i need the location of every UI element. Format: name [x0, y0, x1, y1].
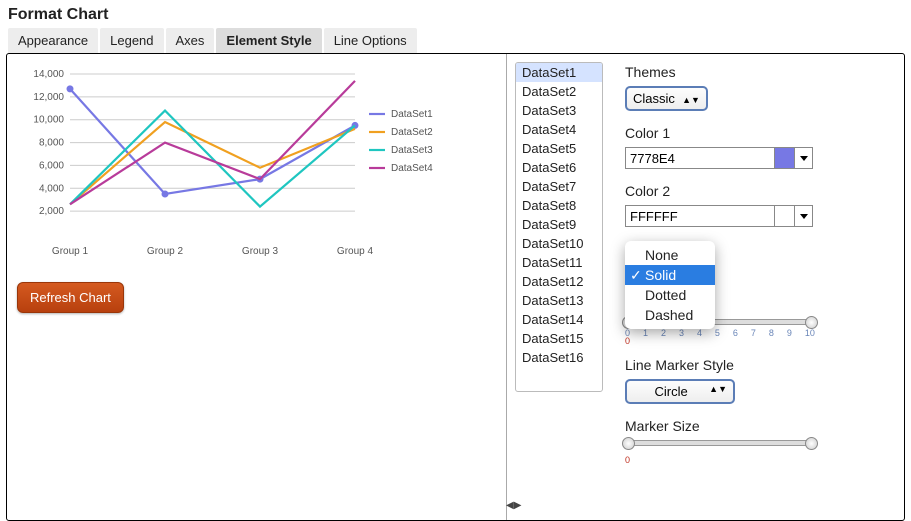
svg-text:6,000: 6,000 — [39, 160, 64, 171]
svg-text:4,000: 4,000 — [39, 183, 64, 194]
svg-text:Group 1: Group 1 — [52, 246, 89, 257]
line-style-option[interactable]: Dashed — [625, 305, 715, 325]
tabs-bar: AppearanceLegendAxesElement StyleLine Op… — [8, 28, 903, 53]
line-style-option[interactable]: Solid — [625, 265, 715, 285]
chevron-up-down-icon: ▲▼ — [709, 384, 727, 394]
list-item[interactable]: DataSet3 — [516, 101, 602, 120]
chart-preview: 2,000 4,000 6,000 8,000 10,000 12,000 14,000 Gr… — [15, 64, 455, 264]
slider-end-knob[interactable] — [805, 316, 818, 329]
tab-line-options[interactable]: Line Options — [324, 28, 417, 53]
chevron-down-icon — [800, 214, 808, 219]
color2-input[interactable] — [625, 205, 775, 227]
tab-axes[interactable]: Axes — [166, 28, 215, 53]
themes-label: Themes — [625, 64, 884, 80]
list-item[interactable]: DataSet8 — [516, 196, 602, 215]
svg-text:Group 3: Group 3 — [242, 246, 279, 257]
marker-size-slider[interactable] — [625, 440, 815, 446]
list-item[interactable]: DataSet12 — [516, 272, 602, 291]
page-title: Format Chart — [8, 6, 903, 24]
list-item[interactable]: DataSet15 — [516, 329, 602, 348]
legend-entry: DataSet1 — [391, 109, 433, 120]
svg-text:12,000: 12,000 — [33, 92, 64, 103]
color2-swatch — [775, 205, 795, 227]
svg-text:14,000: 14,000 — [33, 69, 64, 80]
tab-legend[interactable]: Legend — [100, 28, 163, 53]
color1-input[interactable] — [625, 147, 775, 169]
marker-style-value: Circle — [654, 384, 687, 399]
color1-swatch — [775, 147, 795, 169]
line-style-option[interactable]: Dotted — [625, 285, 715, 305]
chart-pane: 2,000 4,000 6,000 8,000 10,000 12,000 14,000 Gr… — [7, 54, 507, 520]
refresh-chart-button[interactable]: Refresh Chart — [17, 282, 124, 313]
color1-label: Color 1 — [625, 125, 884, 141]
svg-text:10,000: 10,000 — [33, 115, 64, 126]
tab-appearance[interactable]: Appearance — [8, 28, 98, 53]
legend-entry: DataSet2 — [391, 127, 433, 138]
slider-zero-label: 0 — [625, 455, 815, 465]
list-item[interactable]: DataSet11 — [516, 253, 602, 272]
marker-style-select[interactable]: Circle ▲▼ — [625, 379, 735, 404]
svg-text:2,000: 2,000 — [39, 206, 64, 217]
line-style-dropdown[interactable]: NoneSolidDottedDashed — [625, 241, 715, 329]
list-item[interactable]: DataSet2 — [516, 82, 602, 101]
main-panel: 2,000 4,000 6,000 8,000 10,000 12,000 14,000 Gr… — [6, 53, 905, 521]
list-item[interactable]: DataSet10 — [516, 234, 602, 253]
marker-size-label: Marker Size — [625, 418, 884, 434]
tab-element-style[interactable]: Element Style — [216, 28, 321, 53]
chevron-down-icon — [800, 156, 808, 161]
color1-dropdown[interactable] — [795, 147, 813, 169]
list-item[interactable]: DataSet6 — [516, 158, 602, 177]
list-item[interactable]: DataSet13 — [516, 291, 602, 310]
slider-knob[interactable] — [622, 437, 635, 450]
list-item[interactable]: DataSet16 — [516, 348, 602, 367]
splitter-handle[interactable]: ◀▶ — [506, 500, 516, 514]
list-item[interactable]: DataSet1 — [516, 63, 602, 82]
line-style-option[interactable]: None — [625, 245, 715, 265]
dataset-list[interactable]: DataSet1DataSet2DataSet3DataSet4DataSet5… — [515, 62, 603, 392]
legend-entry: DataSet3 — [391, 145, 433, 156]
chevron-up-down-icon: ▲▼ — [682, 95, 700, 105]
list-item[interactable]: DataSet7 — [516, 177, 602, 196]
color2-label: Color 2 — [625, 183, 884, 199]
style-controls-pane: Themes Classic ▲▼ Color 1 Color 2 — [607, 54, 904, 520]
svg-text:Group 4: Group 4 — [337, 246, 374, 257]
marker-style-label: Line Marker Style — [625, 357, 884, 373]
color2-dropdown[interactable] — [795, 205, 813, 227]
svg-text:8,000: 8,000 — [39, 138, 64, 149]
slider-end-knob[interactable] — [805, 437, 818, 450]
themes-select[interactable]: Classic ▲▼ — [625, 86, 708, 111]
list-item[interactable]: DataSet4 — [516, 120, 602, 139]
themes-value: Classic — [633, 91, 675, 106]
list-item[interactable]: DataSet5 — [516, 139, 602, 158]
legend-entry: DataSet4 — [391, 163, 433, 174]
dataset-pane: ◀▶ DataSet1DataSet2DataSet3DataSet4DataS… — [507, 54, 607, 520]
list-item[interactable]: DataSet14 — [516, 310, 602, 329]
list-item[interactable]: DataSet9 — [516, 215, 602, 234]
svg-text:Group 2: Group 2 — [147, 246, 184, 257]
